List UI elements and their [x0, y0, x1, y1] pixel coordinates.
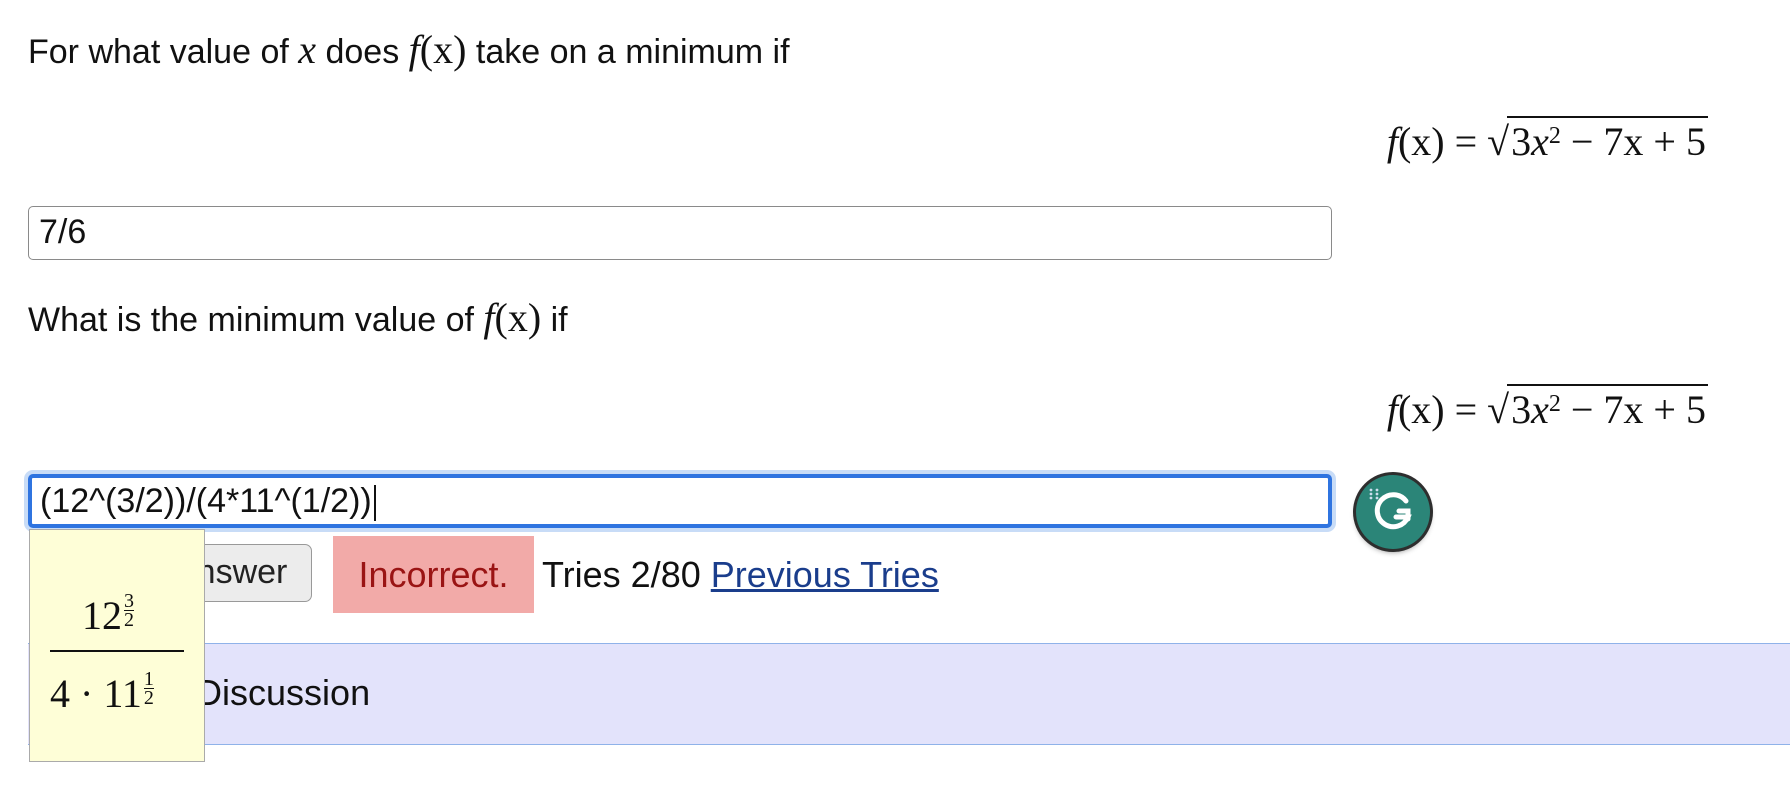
tries-info: Tries 2/80 Previous Tries — [542, 554, 939, 595]
answer-input-2[interactable]: (12^(3/2))/(4*11^(1/2)) — [28, 474, 1332, 528]
equation-2: f(x) = √3x2 − 7x + 5 — [1387, 384, 1708, 434]
sqrt-symbol: √ — [1487, 119, 1510, 164]
previous-tries-link[interactable]: Previous Tries — [711, 554, 939, 595]
text-caret — [373, 485, 376, 522]
answer-input-1[interactable]: 7/6 — [28, 206, 1332, 260]
math-preview-tooltip: 12 3 2 4 · 11 1 2 — [29, 529, 205, 762]
question-1-text: For what value of x does f(x) take on a … — [28, 27, 790, 72]
sqrt-symbol: √ — [1487, 387, 1510, 432]
preview-fraction-bar — [50, 650, 184, 652]
preview-numerator: 12 3 2 — [82, 590, 134, 638]
equation-1: f(x) = √3x2 − 7x + 5 — [1387, 116, 1708, 166]
preview-denominator: 4 · 11 1 2 — [50, 668, 154, 716]
drag-handle-icon[interactable] — [1368, 487, 1380, 501]
status-badge: Incorrect. — [333, 536, 534, 613]
grammarly-button[interactable] — [1356, 475, 1430, 549]
question-2-text: What is the minimum value of f(x) if — [28, 295, 568, 340]
discussion-bar[interactable]: Post Discussion — [28, 643, 1790, 745]
